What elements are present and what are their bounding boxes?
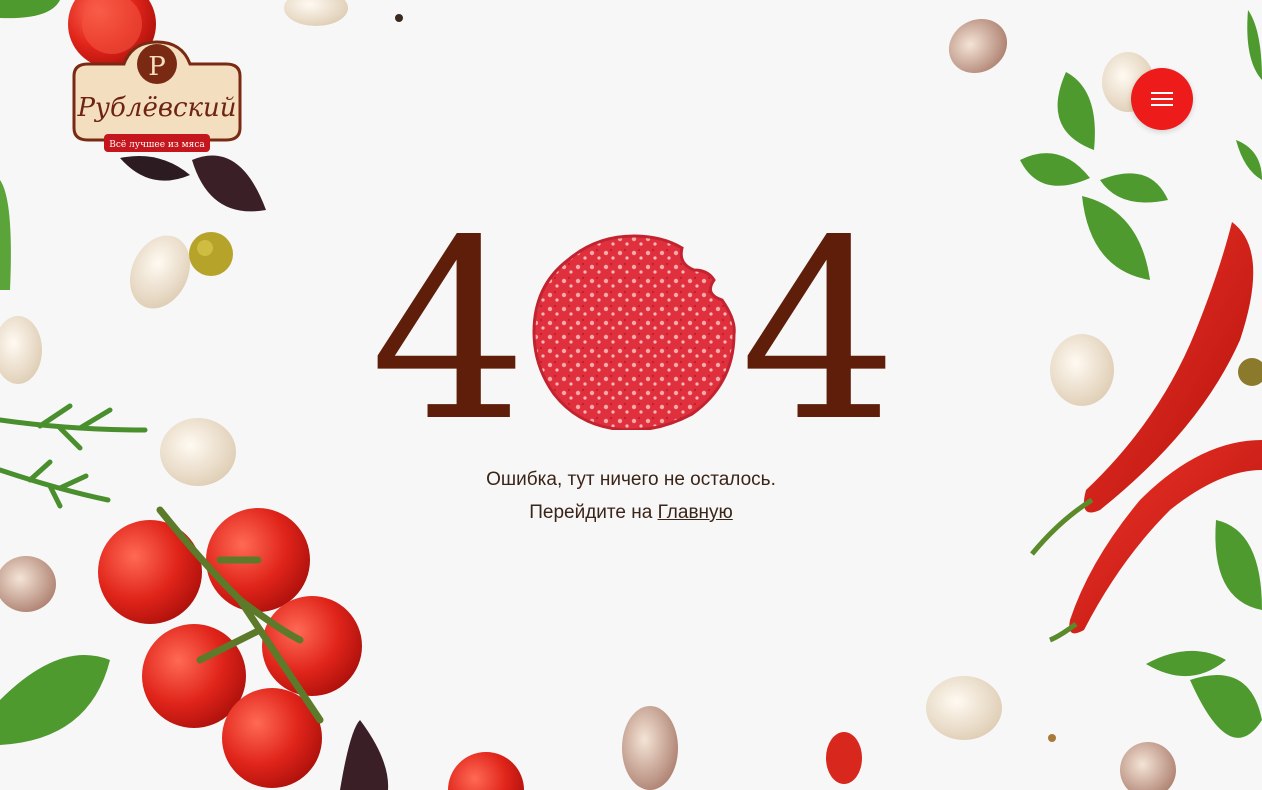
error-digit-left: 4 [370,188,528,476]
basil-sprig-decoration [1020,10,1262,280]
error-digit-right: 4 [740,188,898,476]
error-message: Ошибка, тут ничего не осталось. [486,469,776,490]
basil-leaf-decoration [120,155,266,212]
menu-button[interactable] [1131,68,1193,130]
basil-leaves-decoration [1146,520,1262,738]
goto-home-line: Перейдите на Главную [0,502,1262,524]
hamburger-icon [1151,92,1173,94]
brand-logo[interactable]: Р Рублёвский Всё лучшее из мяса [66,36,248,160]
salami-slice-zero [532,234,736,430]
arugula-decoration [0,403,148,509]
brand-name: Рублёвский [76,93,236,123]
brand-initial: Р [148,52,166,82]
cherry-tomatoes-decoration [98,506,362,788]
brand-tagline: Всё лучшее из мяса [109,140,205,150]
home-link[interactable]: Главную [658,502,733,523]
goto-prefix: Перейдите на [529,502,658,523]
